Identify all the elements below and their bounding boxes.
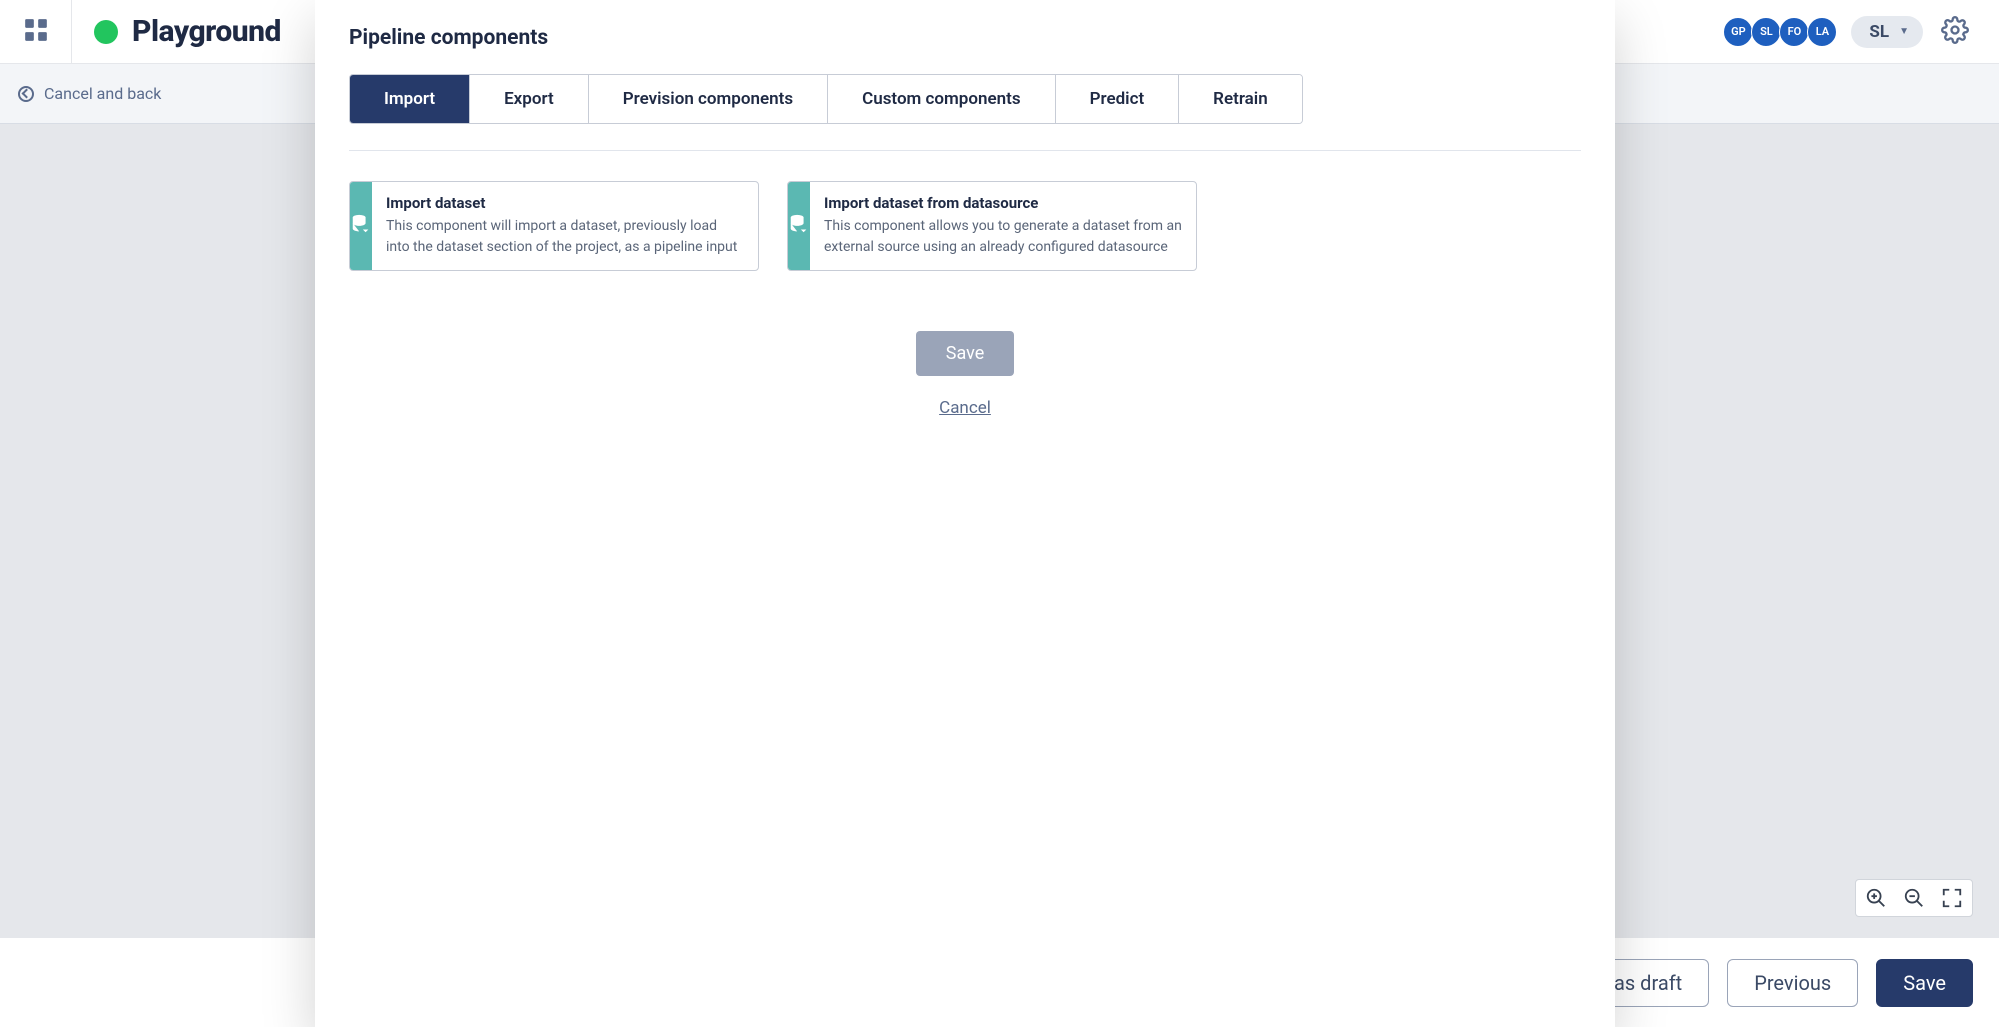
modal-save-label: Save: [946, 343, 985, 364]
previous-label: Previous: [1754, 971, 1831, 995]
modal-actions: Save Cancel: [349, 331, 1581, 418]
tab-retrain[interactable]: Retrain: [1179, 75, 1302, 123]
zoom-fit-button[interactable]: [1940, 886, 1964, 910]
save-button[interactable]: Save: [1876, 959, 1973, 1007]
card-import-dataset[interactable]: Import dataset This component will impor…: [349, 181, 759, 271]
component-cards: Import dataset This component will impor…: [349, 181, 1581, 271]
settings-button[interactable]: [1941, 16, 1969, 48]
tab-export[interactable]: Export: [470, 75, 589, 123]
save-label: Save: [1903, 971, 1946, 995]
database-import-icon: [350, 213, 372, 239]
card-desc: This component allows you to generate a …: [824, 216, 1182, 258]
tab-import[interactable]: Import: [350, 75, 470, 123]
card-import-dataset-from-datasource[interactable]: Import dataset from datasource This comp…: [787, 181, 1197, 271]
database-import-icon: [788, 213, 810, 239]
avatar[interactable]: GP: [1723, 17, 1753, 47]
user-initials: SL: [1869, 22, 1889, 42]
card-title: Import dataset: [386, 194, 744, 212]
modal-save-button[interactable]: Save: [916, 331, 1015, 376]
back-arrow-icon: [18, 86, 34, 102]
avatar-stack: GP SL FO LA: [1725, 17, 1837, 47]
tab-prevision-components[interactable]: Prevision components: [589, 75, 828, 123]
avatar[interactable]: LA: [1807, 17, 1837, 47]
gear-icon: [1941, 29, 1969, 48]
modal-cancel-label: Cancel: [939, 398, 991, 418]
zoom-out-button[interactable]: [1902, 886, 1926, 910]
brand: Playground: [72, 14, 281, 49]
apps-menu-button[interactable]: [0, 0, 72, 64]
modal-title: Pipeline components: [349, 26, 1581, 50]
page-title: Playground: [132, 14, 281, 49]
zoom-controls: [1855, 879, 1973, 917]
caret-down-icon: ▼: [1899, 26, 1909, 37]
modal-cancel-link[interactable]: Cancel: [939, 398, 991, 418]
previous-button[interactable]: Previous: [1727, 959, 1858, 1007]
avatar[interactable]: SL: [1751, 17, 1781, 47]
card-desc: This component will import a dataset, pr…: [386, 216, 744, 258]
tab-custom-components[interactable]: Custom components: [828, 75, 1056, 123]
divider: [349, 150, 1581, 151]
cancel-and-back-link[interactable]: Cancel and back: [18, 84, 161, 103]
card-stripe: [788, 182, 810, 270]
zoom-in-button[interactable]: [1864, 886, 1888, 910]
tab-predict[interactable]: Predict: [1056, 75, 1180, 123]
cancel-and-back-label: Cancel and back: [44, 84, 161, 103]
card-title: Import dataset from datasource: [824, 194, 1182, 212]
apps-grid-icon: [23, 17, 49, 47]
user-menu[interactable]: SL ▼: [1851, 16, 1923, 48]
pipeline-components-modal: Pipeline components Import Export Previs…: [315, 0, 1615, 1027]
status-dot-icon: [94, 20, 118, 44]
card-stripe: [350, 182, 372, 270]
avatar[interactable]: FO: [1779, 17, 1809, 47]
component-tabs: Import Export Prevision components Custo…: [349, 74, 1303, 124]
